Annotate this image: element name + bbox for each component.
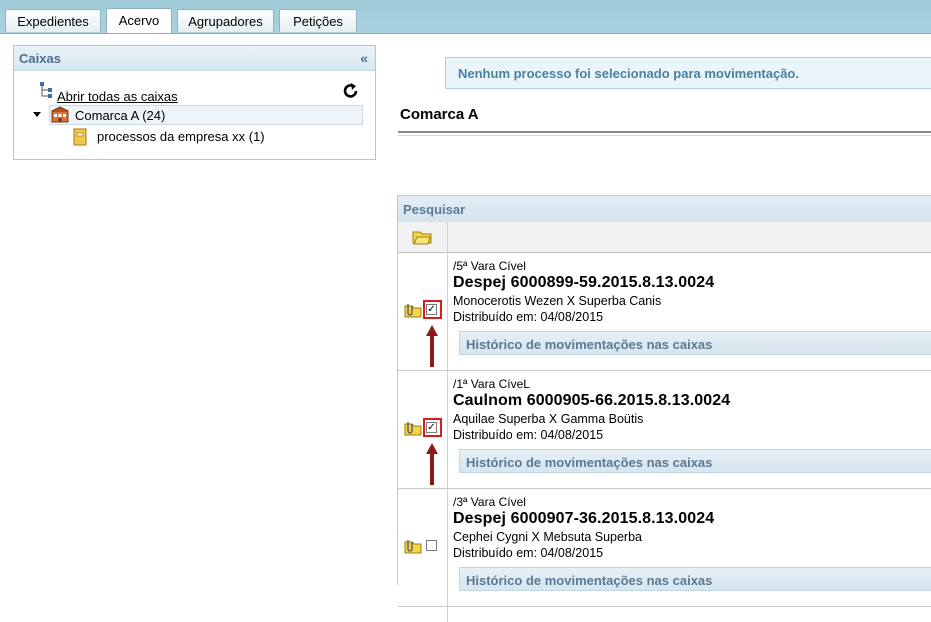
select-checkbox[interactable]: [426, 540, 437, 551]
tab-bar: Expedientes Acervo Agrupadores Petições: [0, 0, 931, 34]
attachment-folder-icon[interactable]: [402, 538, 422, 554]
process-number[interactable]: Despej 6000907-36.2015.8.13.0024: [453, 510, 714, 528]
page-title: Comarca A: [400, 106, 479, 123]
arrow-up-icon: [426, 443, 438, 485]
process-number[interactable]: Despej 6000899-59.2015.8.13.0024: [453, 274, 714, 292]
distribution-date: Distribuído em: 04/08/2015: [453, 310, 604, 324]
caixas-header: Caixas «: [14, 46, 375, 71]
vara-label: /1ª Vara CíveL: [453, 377, 530, 391]
move-folder-icon[interactable]: [411, 229, 433, 245]
tab-acervo[interactable]: Acervo: [106, 8, 172, 33]
tab-expedientes[interactable]: Expedientes: [5, 9, 101, 32]
process-parties: Cephei Cygni X Mebsuta Superba: [453, 530, 643, 544]
search-label[interactable]: Pesquisar: [403, 202, 465, 217]
history-label[interactable]: Histórico de movimentações nas caixas: [466, 573, 712, 588]
notice-text: Nenhum processo foi selecionado para mov…: [458, 66, 799, 81]
notice-box: Nenhum processo foi selecionado para mov…: [445, 57, 931, 89]
process-list: Pesquisar /5ª Vara Cível Despej 6000899-…: [397, 195, 931, 622]
collapse-button[interactable]: «: [360, 50, 368, 66]
vara-label: /5ª Vara Cível: [453, 259, 526, 273]
table-row: /1ª Vara CíveL Caulnom 6000905-66.2015.8…: [398, 371, 931, 489]
expand-triangle-icon[interactable]: [33, 112, 41, 118]
building-icon: [51, 106, 69, 123]
distribution-date: Distribuído em: 04/08/2015: [453, 428, 604, 442]
tree-child-label[interactable]: processos da empresa xx (1): [97, 129, 265, 144]
open-all-boxes-link[interactable]: Abrir todas as caixas: [57, 89, 178, 104]
process-number[interactable]: Caulnom 6000905-66.2015.8.13.0024: [453, 392, 730, 410]
search-header[interactable]: Pesquisar: [398, 195, 931, 223]
history-label[interactable]: Histórico de movimentações nas caixas: [466, 337, 712, 352]
vara-label: /3ª Vara Cível: [453, 495, 526, 509]
refresh-icon[interactable]: [343, 82, 359, 100]
attachment-folder-icon[interactable]: [402, 420, 422, 436]
tab-agrupadores[interactable]: Agrupadores: [177, 9, 274, 32]
process-parties: Aquilae Superba X Gamma Boütis: [453, 412, 644, 426]
caixas-panel: Caixas « Abrir todas as caixas Comarca A…: [13, 45, 376, 160]
tab-peticoes[interactable]: Petições: [279, 9, 357, 32]
tree-node-label[interactable]: Comarca A (24): [75, 108, 165, 123]
box-icon: [73, 128, 87, 146]
process-parties: Monocerotis Wezen X Superba Canis: [453, 294, 662, 308]
attachment-folder-icon[interactable]: [402, 302, 422, 318]
tree-structure-icon: [40, 82, 52, 98]
history-panel[interactable]: Histórico de movimentações nas caixas: [459, 331, 931, 355]
checkbox-highlight: [423, 300, 442, 319]
title-divider: [398, 131, 931, 133]
history-label[interactable]: Histórico de movimentações nas caixas: [466, 455, 712, 470]
list-header-row: [398, 222, 931, 253]
checkbox-highlight: [423, 418, 442, 437]
caixas-title: Caixas: [19, 51, 61, 66]
arrow-up-icon: [426, 325, 438, 367]
history-panel[interactable]: Histórico de movimentações nas caixas: [459, 449, 931, 473]
table-row: /5ª Vara Cível Despej 6000899-59.2015.8.…: [398, 253, 931, 371]
history-panel[interactable]: Histórico de movimentações nas caixas: [459, 567, 931, 591]
title-divider-light: [398, 135, 931, 136]
distribution-date: Distribuído em: 04/08/2015: [453, 546, 604, 560]
table-row: /3ª Vara Cível Despej 6000907-36.2015.8.…: [398, 489, 931, 607]
